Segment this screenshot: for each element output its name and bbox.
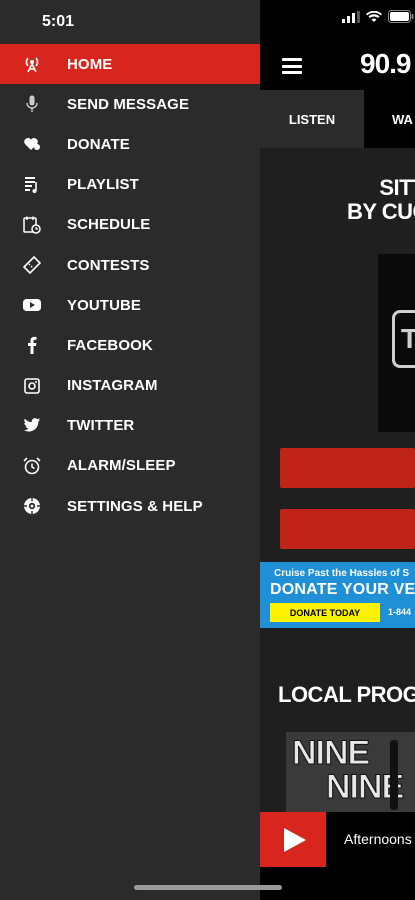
- menu-item-send-message[interactable]: SEND MESSAGE: [0, 84, 260, 124]
- tab-listen[interactable]: LISTEN: [260, 90, 364, 148]
- donate-today-button[interactable]: DONATE TODAY: [270, 603, 380, 622]
- twitter-icon: [22, 417, 42, 435]
- menu-item-settings-help[interactable]: SETTINGS & HELP: [0, 486, 260, 526]
- action-button-1[interactable]: [280, 448, 415, 488]
- status-indicators: [342, 10, 414, 28]
- hamburger-menu-icon[interactable]: [282, 58, 302, 74]
- menu-item-label: CONTESTS: [67, 256, 150, 274]
- menu-item-twitter[interactable]: TWITTER: [0, 406, 260, 446]
- status-time: 5:01: [42, 13, 75, 30]
- menu-item-instagram[interactable]: INSTAGRAM: [0, 366, 260, 406]
- heart-hand-icon: [22, 135, 42, 153]
- wifi-icon: [366, 10, 382, 28]
- play-icon: [284, 827, 306, 852]
- banner-phone: 1-844: [388, 607, 412, 617]
- menu-item-label: SEND MESSAGE: [67, 95, 190, 113]
- menu-item-label: SCHEDULE: [67, 216, 151, 234]
- banner-top-text: Cruise Past the Hassles of S: [274, 568, 410, 579]
- drawer-menu: HOME SEND MESSAGE DONATE PLAYLIST SCHEDU: [0, 44, 260, 526]
- ad-banner[interactable]: Cruise Past the Hassles of S DONATE YOUR…: [260, 562, 415, 628]
- banner-main-text: DONATE YOUR VE: [270, 581, 415, 598]
- playlist-icon: [22, 176, 42, 194]
- menu-item-contests[interactable]: CONTESTS: [0, 245, 260, 285]
- action-button-2[interactable]: [280, 509, 415, 549]
- menu-item-donate[interactable]: DONATE: [0, 124, 260, 164]
- youtube-icon: [22, 296, 42, 314]
- play-button[interactable]: [260, 812, 326, 867]
- battery-icon: [388, 10, 414, 28]
- menu-item-schedule[interactable]: SCHEDULE: [0, 205, 260, 245]
- artwork-logo: T: [392, 310, 415, 368]
- menu-item-label: YOUTUBE: [67, 296, 142, 314]
- station-logo: 90.9: [360, 48, 411, 79]
- microphone-icon: [22, 95, 42, 113]
- mini-player: Afternoons: [260, 812, 415, 867]
- now-playing-song: SITTI: [379, 175, 415, 200]
- guitar-icon: [390, 740, 398, 810]
- menu-item-label: FACEBOOK: [67, 336, 153, 354]
- menu-item-playlist[interactable]: PLAYLIST: [0, 165, 260, 205]
- menu-item-label: TWITTER: [67, 417, 135, 435]
- now-playing-title: SITTI BY CUCO F: [260, 176, 415, 224]
- alarm-clock-icon: [22, 457, 42, 475]
- bottom-safe-area: [260, 867, 415, 900]
- now-playing-artist: BY CUCO F: [346, 199, 415, 224]
- radio-tower-icon: [22, 55, 42, 73]
- album-artwork: T: [378, 254, 415, 432]
- menu-item-alarm-sleep[interactable]: ALARM/SLEEP: [0, 446, 260, 486]
- menu-item-label: PLAYLIST: [67, 176, 139, 194]
- content-area: SITTI BY CUCO F T Cruise Past the Hassle…: [260, 148, 415, 812]
- player-title: Afternoons: [344, 831, 412, 847]
- menu-item-youtube[interactable]: YOUTUBE: [0, 285, 260, 325]
- menu-item-label: DONATE: [67, 135, 130, 153]
- menu-item-label: SETTINGS & HELP: [67, 497, 203, 515]
- main-screen: 90.9 LISTEN WA SITTI BY CUCO F T Cruise …: [260, 0, 415, 900]
- home-indicator[interactable]: [134, 885, 282, 890]
- menu-item-label: ALARM/SLEEP: [67, 457, 176, 475]
- ticket-icon: [22, 255, 42, 274]
- program-card[interactable]: NINE NINE: [286, 732, 415, 812]
- tab-bar: LISTEN WA: [260, 90, 415, 148]
- tab-watch[interactable]: WA: [364, 90, 415, 148]
- menu-item-home[interactable]: HOME: [0, 44, 260, 85]
- menu-item-label: HOME: [67, 55, 113, 73]
- settings-help-icon: [22, 497, 42, 515]
- menu-item-facebook[interactable]: FACEBOOK: [0, 325, 260, 365]
- menu-item-label: INSTAGRAM: [67, 377, 158, 395]
- signal-icon: [342, 10, 360, 28]
- top-app-bar: 90.9: [260, 44, 415, 90]
- facebook-icon: [22, 336, 42, 355]
- instagram-icon: [22, 377, 42, 395]
- calendar-clock-icon: [22, 216, 42, 234]
- navigation-drawer: 5:01 HOME SEND MESSAGE DONATE PLAYLIST S…: [0, 0, 260, 900]
- section-title: LOCAL PROGRAMS: [278, 682, 415, 707]
